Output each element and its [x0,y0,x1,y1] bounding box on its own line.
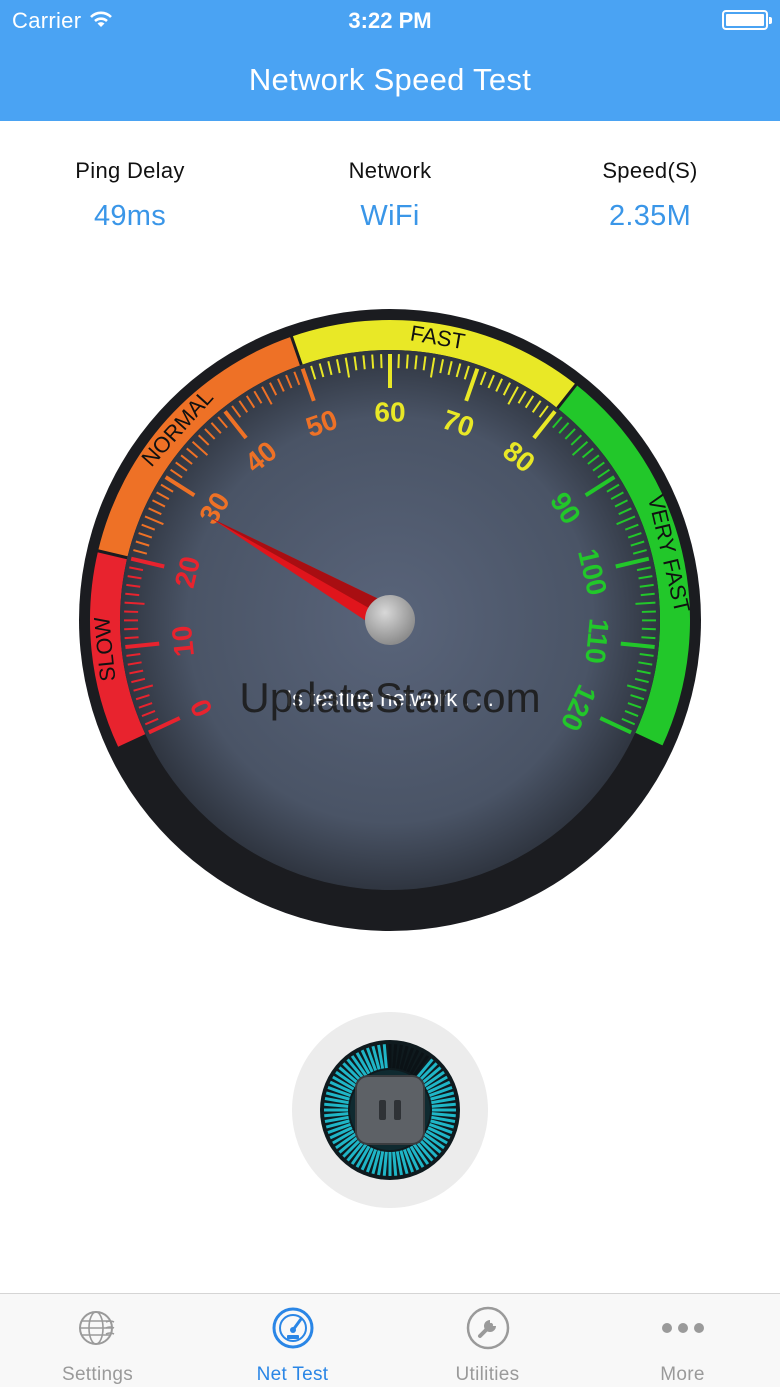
speed-test-control[interactable] [292,1012,488,1208]
gauge-minor-tick [640,592,655,597]
tab-net-test[interactable]: Net Test [195,1294,390,1387]
control-ray [382,1151,388,1176]
tab-settings[interactable]: Settings [0,1294,195,1387]
status-time: 3:22 PM [348,8,432,33]
control-ray [392,1044,398,1069]
watermark: UpdateStar.com [239,674,540,721]
control-ray [431,1102,456,1108]
status-bar: Carrier 3:22 PM [0,0,780,40]
control-ray [324,1102,349,1108]
gauge-minor-tick [362,355,366,370]
tab-bar: Settings Net Test Utilities More [0,1293,780,1387]
app-header: Carrier 3:22 PM Network Speed Test [0,0,780,121]
gauge-minor-tick [124,636,139,640]
gauge-minor-tick [125,592,140,597]
stat-label: Ping Delay [75,158,185,183]
gauge-minor-tick [635,601,656,605]
stat-speed: Speed(S) 2.35M [520,158,780,233]
pause-button[interactable] [355,1075,425,1145]
stat-label: Network [348,158,432,183]
gauge-tick-label: 60 [374,396,405,427]
gauge-minor-tick [124,601,145,605]
tab-utilities[interactable]: Utilities [390,1294,585,1387]
tab-label: Net Test [256,1364,329,1385]
gauge-minor-tick [405,354,409,369]
gauge-tick-label: 10 [166,624,200,658]
tab-label: Settings [61,1364,134,1385]
stat-value: 49ms [93,200,167,232]
gauge-minor-tick [414,355,418,370]
speed-gauge: 01020304050 60 708090100110120 SLOWNORMALF… [79,309,701,931]
stat-network: Network WiFi [260,158,520,233]
control-ray [382,1044,388,1069]
stat-ping-delay: Ping Delay 49ms [0,158,260,233]
settings-globe-icon [76,1306,120,1350]
control-ray [392,1151,398,1176]
tab-more[interactable]: More [585,1294,780,1387]
gauge-tick-label: 110 [579,617,614,665]
gauge-minor-tick [641,636,656,640]
control-ray [324,1112,349,1118]
stat-label: Speed(S) [602,158,698,183]
battery-icon [722,10,772,30]
tab-label: Utilities [455,1364,520,1385]
gauge-needle-hub [365,595,415,645]
page-title: Network Speed Test [248,62,532,97]
stats-row: Ping Delay 49ms Network WiFi Speed(S) 2.… [0,158,780,248]
stat-value: 2.35M [608,200,692,232]
gauge-minor-tick [371,354,375,369]
tab-label: More [660,1364,705,1385]
stat-value: WiFi [360,200,420,232]
control-ray [431,1112,456,1118]
speedometer-icon [271,1306,315,1350]
wrench-icon [466,1306,510,1350]
more-dots-icon [661,1306,705,1350]
